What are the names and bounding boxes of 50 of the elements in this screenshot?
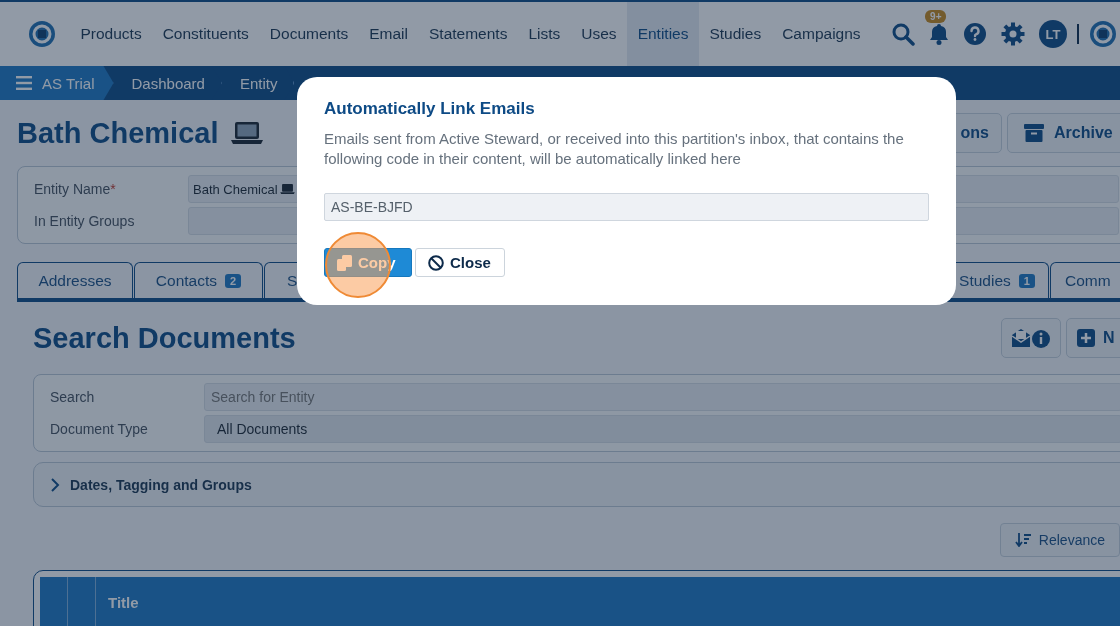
search-icon[interactable] — [891, 22, 916, 46]
tab[interactable]: Addresses — [17, 262, 133, 298]
nav-link[interactable]: Campaigns — [771, 2, 872, 66]
notification-badge: 9+ — [925, 10, 947, 23]
nav-link[interactable]: Lists — [517, 2, 571, 66]
document-type-select[interactable]: All Documents — [204, 415, 1120, 443]
field-label: Entity Name* — [33, 181, 117, 197]
nav-link[interactable]: Products — [70, 2, 153, 66]
field-label: Document Type — [49, 421, 149, 437]
nav-link[interactable]: Uses — [570, 2, 628, 66]
bell-icon[interactable] — [929, 23, 950, 45]
nav-link[interactable]: Entities — [627, 2, 699, 66]
nav-link[interactable]: Documents — [259, 2, 359, 66]
column-header[interactable]: Title — [96, 577, 139, 626]
help-icon[interactable] — [963, 22, 988, 46]
logo-icon[interactable] — [1089, 20, 1118, 48]
settings-icon[interactable] — [1001, 22, 1026, 46]
laptop-icon — [230, 121, 265, 145]
plus-icon — [1077, 329, 1095, 347]
tab[interactable]: Contacts 2 — [134, 262, 263, 298]
tab[interactable]: Comm — [1050, 262, 1120, 298]
nav-link[interactable]: Email — [358, 2, 419, 66]
field-label: In Entity Groups — [33, 213, 136, 229]
dialog-title: Automatically Link Emails — [324, 99, 536, 119]
filters-label: Dates, Tagging and Groups — [70, 476, 252, 493]
entity-title: Bath Chemical — [17, 116, 219, 150]
search-field[interactable]: Search for Entity — [204, 383, 1120, 411]
breadcrumb-menu[interactable]: AS Trial — [0, 66, 114, 100]
sort-button[interactable]: Relevance — [999, 523, 1120, 557]
email-info-button[interactable] — [1001, 318, 1061, 358]
envelope-info-icon — [1011, 327, 1051, 349]
logo-icon[interactable] — [28, 20, 56, 48]
close-button[interactable]: Close — [415, 248, 505, 277]
code-field[interactable]: AS-BE-BJFD — [324, 193, 929, 221]
laptop-icon — [279, 184, 295, 194]
ban-icon — [428, 254, 444, 271]
archive-button[interactable]: Archive — [1007, 113, 1120, 153]
copy-icon — [337, 254, 352, 271]
nav-link[interactable]: Studies — [698, 2, 772, 66]
sort-icon — [1014, 533, 1031, 547]
new-button[interactable]: N — [1066, 318, 1120, 358]
field-label: Search — [49, 389, 96, 405]
section-title: Search Documents — [33, 321, 296, 355]
dialog-message: Emails sent from Active Steward, or received into this partition's inbox, that contains the following code in their content, will be automatically linked here — [324, 129, 905, 169]
user-avatar[interactable]: LT — [1039, 20, 1068, 48]
menu-icon — [16, 76, 32, 90]
archive-box-icon — [1024, 124, 1044, 142]
filters-expander[interactable]: Dates, Tagging and Groups — [33, 462, 1120, 507]
nav-link[interactable]: Constituents — [152, 2, 260, 66]
nav-link[interactable]: Statements — [418, 2, 518, 66]
